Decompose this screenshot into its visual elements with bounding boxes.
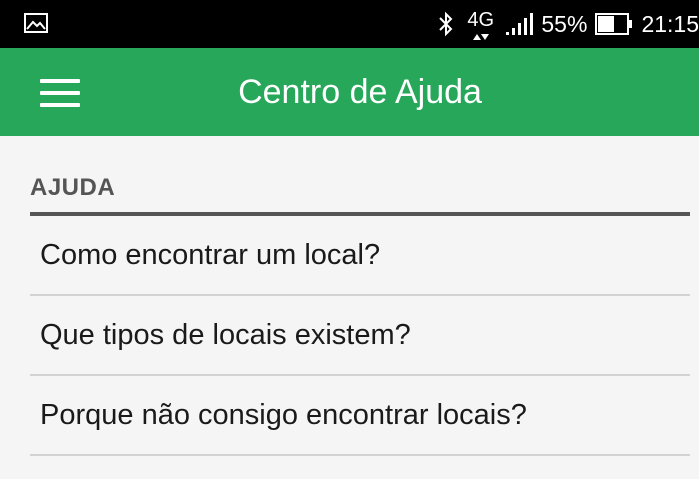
- section-header: AJUDA: [30, 174, 690, 216]
- clock: 21:15: [641, 10, 699, 37]
- status-bar: 4G 55% 21:15: [0, 0, 699, 48]
- help-item-find-location[interactable]: Como encontrar um local?: [30, 216, 690, 296]
- page-title: Centro de Ajuda: [238, 73, 482, 111]
- screen: 4G 55% 21:15 Centro de Ajuda AJUDA Como …: [0, 0, 699, 479]
- signal-icon: [506, 13, 534, 35]
- status-icons: 4G 55% 21:15: [435, 0, 699, 48]
- battery-icon: [595, 13, 633, 35]
- bluetooth-icon: [439, 11, 453, 37]
- data-arrows-icon: [473, 34, 490, 40]
- help-content: AJUDA Como encontrar um local? Que tipos…: [30, 136, 690, 456]
- help-item-location-types[interactable]: Que tipos de locais existem?: [30, 296, 690, 376]
- app-bar: Centro de Ajuda: [0, 48, 699, 136]
- network-label: 4G: [467, 9, 495, 31]
- battery-percent: 55%: [541, 10, 588, 37]
- help-item-cannot-find[interactable]: Porque não consigo encontrar locais?: [30, 376, 690, 456]
- network-indicator: 4G: [465, 7, 497, 41]
- help-list: Como encontrar um local? Que tipos de lo…: [30, 216, 690, 456]
- gallery-icon: [24, 13, 48, 33]
